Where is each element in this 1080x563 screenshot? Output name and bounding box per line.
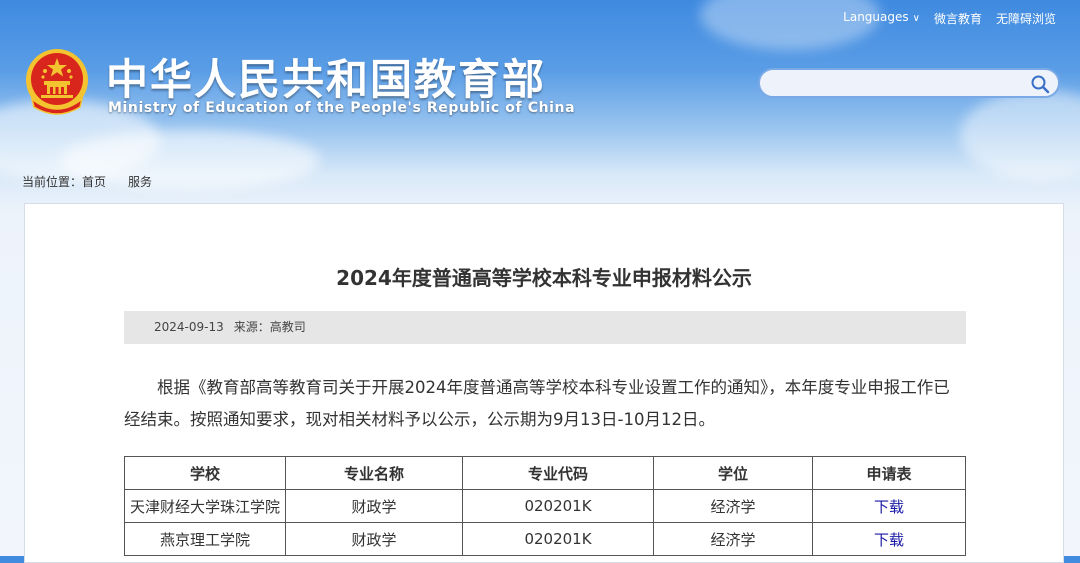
search-input[interactable] <box>774 74 1028 96</box>
column-header-application: 申请表 <box>812 456 966 490</box>
table-header-row: 学校 专业名称 专业代码 学位 申请表 <box>124 456 966 490</box>
accessibility-link[interactable]: 无障碍浏览 <box>996 10 1056 27</box>
school-cell: 天津财经大学珠江学院 <box>124 489 286 523</box>
code-cell: 020201K <box>462 522 654 556</box>
article-source: 来源：高教司 <box>233 320 306 334</box>
chevron-down-icon: ∨ <box>912 13 920 24</box>
weiyan-link[interactable]: 微言教育 <box>934 10 982 27</box>
major-cell: 财政学 <box>285 489 463 523</box>
site-title-en: Ministry of Education of the People's Re… <box>108 100 576 116</box>
degree-cell: 经济学 <box>653 489 813 523</box>
article-date: 2024-09-13 <box>154 320 224 334</box>
table-row: 天津财经大学珠江学院 财政学 020201K 经济学 下载 <box>124 489 966 523</box>
download-link[interactable]: 下载 <box>874 531 904 549</box>
languages-menu[interactable]: Languages ∨ <box>843 10 920 27</box>
article-panel: 2024年度普通高等学校本科专业申报材料公示 2024-09-13 来源：高教司 … <box>24 203 1064 563</box>
majors-table: 学校 专业名称 专业代码 学位 申请表 天津财经大学珠江学院 财政学 02020… <box>124 456 966 556</box>
major-cell: 财政学 <box>285 522 463 556</box>
column-header-major: 专业名称 <box>285 456 463 490</box>
article-meta: 2024-09-13 来源：高教司 <box>124 311 966 344</box>
breadcrumb-prefix: 当前位置： <box>22 175 83 189</box>
top-links: Languages ∨ 微言教育 无障碍浏览 <box>843 10 1056 27</box>
site-title-cn: 中华人民共和国教育部 <box>106 55 547 104</box>
breadcrumb-current[interactable]: 服务 <box>128 175 152 189</box>
column-header-school: 学校 <box>124 456 286 490</box>
search-box <box>758 68 1060 98</box>
download-cell: 下载 <box>812 522 966 556</box>
column-header-code: 专业代码 <box>462 456 654 490</box>
breadcrumb: 当前位置：首页 服务 <box>22 173 152 190</box>
article-paragraph: 根据《教育部高等教育司关于开展2024年度普通高等学校本科专业设置工作的通知》，… <box>124 378 950 429</box>
breadcrumb-home[interactable]: 首页 <box>82 175 106 189</box>
search-icon[interactable] <box>1030 74 1050 94</box>
table-row: 燕京理工学院 财政学 020201K 经济学 下载 <box>124 522 966 556</box>
article-title: 2024年度普通高等学校本科专业申报材料公示 <box>336 266 752 290</box>
degree-cell: 经济学 <box>653 522 813 556</box>
code-cell: 020201K <box>462 489 654 523</box>
cloud-decoration <box>960 90 1080 180</box>
languages-label: Languages <box>843 10 909 24</box>
school-cell: 燕京理工学院 <box>124 522 286 556</box>
download-link[interactable]: 下载 <box>874 498 904 516</box>
column-header-degree: 学位 <box>653 456 813 490</box>
download-cell: 下载 <box>812 489 966 523</box>
national-emblem-icon <box>26 49 88 115</box>
